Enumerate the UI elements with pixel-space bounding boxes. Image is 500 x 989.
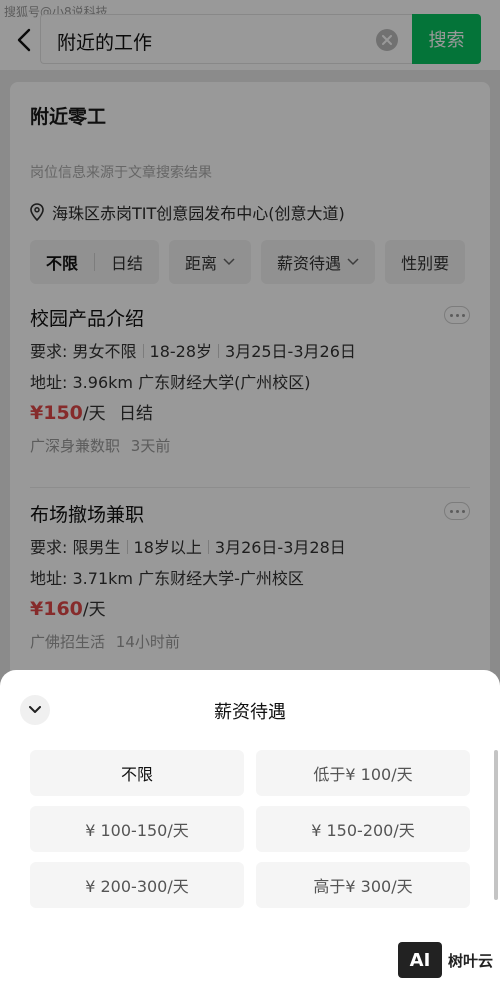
salary-option-under-100[interactable]: 低于¥ 100/天 (256, 750, 470, 796)
salary-options: 不限 低于¥ 100/天 ¥ 100-150/天 ¥ 150-200/天 ¥ 2… (30, 750, 470, 908)
brand-logo: AI 树叶云 (398, 942, 493, 978)
salary-option-any[interactable]: 不限 (30, 750, 244, 796)
sheet-title: 薪资待遇 (214, 702, 286, 723)
salary-option-over-300[interactable]: 高于¥ 300/天 (256, 862, 470, 908)
salary-option-150-200[interactable]: ¥ 150-200/天 (256, 806, 470, 852)
logo-mark: AI (398, 942, 442, 978)
logo-text: 树叶云 (448, 951, 494, 970)
salary-option-200-300[interactable]: ¥ 200-300/天 (30, 862, 244, 908)
salary-option-100-150[interactable]: ¥ 100-150/天 (30, 806, 244, 852)
scrollbar[interactable] (494, 750, 498, 900)
